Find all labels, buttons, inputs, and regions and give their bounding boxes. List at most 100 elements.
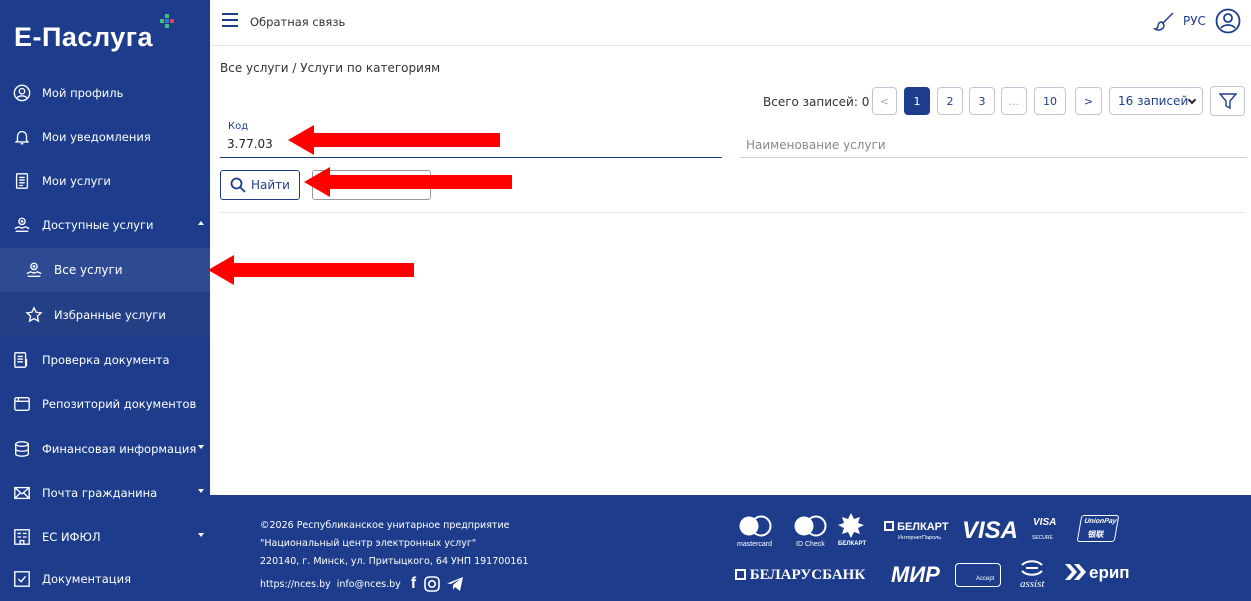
find-button-label: Найти: [251, 178, 290, 192]
folder-icon: [12, 394, 32, 414]
sidebar-item-label: Документация: [42, 572, 132, 586]
mir-logo: МИР: [891, 562, 940, 587]
divider: [220, 212, 1246, 213]
sidebar-item-mail[interactable]: Почта гражданина: [0, 471, 210, 515]
page-3-button[interactable]: 3: [969, 87, 995, 115]
service-name-input[interactable]: [746, 135, 1226, 155]
belkart-small-label: БЕЛКАРТ: [838, 541, 867, 547]
page-2-button[interactable]: 2: [937, 87, 963, 115]
sidebar-item-available-services[interactable]: Доступные услуги: [0, 203, 210, 247]
services-icon: [24, 260, 44, 280]
assist-logo-icon: [1021, 560, 1043, 576]
sidebar-item-repository[interactable]: Репозиторий документов: [0, 382, 210, 426]
annotation-arrow: [208, 255, 414, 285]
bell-icon: [12, 127, 32, 147]
search-icon: [230, 177, 246, 193]
mir-accept-label: Accept: [976, 576, 995, 582]
chevron-up-icon: [198, 221, 204, 225]
sidebar-item-label: Репозиторий документов: [42, 397, 197, 411]
sidebar-item-documentation[interactable]: Документация: [0, 557, 210, 601]
sidebar-item-notifications[interactable]: Мои уведомления: [0, 115, 210, 159]
breadcrumb[interactable]: Все услуги / Услуги по категориям: [220, 61, 440, 75]
visa-logo: VISA: [962, 517, 1019, 544]
footer-org: "Национальный центр электронных услуг": [260, 538, 477, 549]
sidebar-item-finance[interactable]: Финансовая информация: [0, 427, 210, 471]
mastercard-label: mastercard: [737, 541, 773, 548]
sidebar-item-label: ЕС ИФЮЛ: [42, 530, 101, 544]
unionpay-label: UnionPay: [1083, 518, 1118, 525]
logo-mark-icon: [160, 14, 174, 28]
chevron-down-icon: [198, 445, 204, 449]
annotation-arrow: [304, 167, 512, 197]
top-bar: Обратная связь РУС: [210, 0, 1251, 46]
sidebar-item-esifol[interactable]: ЕС ИФЮЛ: [0, 515, 210, 559]
footer-address: 220140, г. Минск, ул. Притыцкого, 64 УНП…: [260, 556, 529, 567]
filter-button[interactable]: [1210, 86, 1245, 116]
belarusbank-label: БЕЛАРУСБАНК: [749, 567, 866, 583]
code-label: Код: [228, 121, 249, 132]
belkart-star-logo: [838, 513, 864, 538]
services-icon: [12, 215, 32, 235]
telegram-icon[interactable]: [446, 576, 464, 592]
user-circle-icon: [12, 83, 32, 103]
sidebar-item-favorites[interactable]: Избранные услуги: [0, 293, 210, 337]
page-ellipsis: ...: [1001, 87, 1027, 115]
document-check-icon: [12, 350, 32, 370]
footer-email-link[interactable]: info@nces.by: [337, 579, 401, 590]
database-icon: [12, 439, 32, 459]
per-page-value: 16 записей: [1118, 94, 1189, 108]
total-records-label: Всего записей:: [763, 95, 858, 109]
footer: ©2026 Республиканское унитарное предприя…: [210, 495, 1251, 601]
user-icon[interactable]: [1215, 8, 1241, 34]
chevron-down-icon: [1187, 95, 1197, 105]
star-icon: [24, 305, 44, 325]
sidebar-item-label: Мои услуги: [42, 174, 111, 188]
instagram-icon[interactable]: [424, 576, 440, 592]
footer-site-link[interactable]: https://nces.by: [260, 579, 331, 590]
language-switcher[interactable]: РУС: [1183, 14, 1206, 28]
checkbox-icon: [12, 569, 32, 589]
page-10-button[interactable]: 10: [1034, 87, 1066, 115]
erip-label: ерип: [1089, 563, 1130, 582]
sidebar-item-profile[interactable]: Мой профиль: [0, 71, 210, 115]
sidebar-item-label: Избранные услуги: [54, 308, 166, 322]
belkart-logo: БЕЛКАРТ: [884, 521, 949, 533]
belkart-sub-label: ИнтернетПароль: [898, 535, 942, 541]
chevron-down-icon: [198, 533, 204, 537]
secure-label: SECURE: [1032, 535, 1053, 541]
per-page-select[interactable]: 16 записей: [1109, 87, 1203, 115]
sidebar-item-label: Мои уведомления: [42, 130, 151, 144]
sidebar-item-document-check[interactable]: Проверка документа: [0, 338, 210, 382]
hamburger-menu-button[interactable]: [222, 13, 238, 27]
envelope-icon: [12, 483, 32, 503]
unionpay-cn-label: 银联: [1087, 530, 1105, 539]
facebook-icon[interactable]: f: [411, 575, 416, 593]
sidebar-item-my-services[interactable]: Мои услуги: [0, 159, 210, 203]
visa-secure-logo: VISA: [1033, 517, 1057, 528]
footer-copyright: ©2026 Республиканское унитарное предприя…: [260, 520, 510, 531]
erip-logo-icon: [1065, 564, 1086, 580]
total-records-value: 0: [861, 95, 870, 109]
prev-page-button[interactable]: <: [872, 87, 897, 115]
belarusbank-logo: БЕЛАРУСБАНК: [735, 567, 865, 584]
mir-accept-logo: Accept: [955, 563, 1001, 587]
page-1-button[interactable]: 1: [904, 87, 930, 115]
sidebar-item-all-services[interactable]: Все услуги: [0, 248, 210, 292]
service-name-field[interactable]: [740, 125, 1247, 158]
brand-logo[interactable]: Е-Паслуга: [14, 22, 153, 53]
find-button[interactable]: Найти: [220, 170, 300, 200]
building-icon: [12, 527, 32, 547]
document-list-icon: [12, 171, 32, 191]
id-check-label: ID Check: [796, 541, 825, 548]
chevron-down-icon: [198, 489, 204, 493]
annotation-arrow: [288, 125, 500, 155]
sidebar-item-label: Мой профиль: [42, 86, 124, 100]
next-page-button[interactable]: >: [1075, 87, 1102, 115]
feedback-link[interactable]: Обратная связь: [250, 15, 345, 29]
total-records: Всего записей: 0: [763, 95, 869, 109]
sidebar-item-label: Доступные услуги: [42, 218, 154, 232]
sidebar: Е-Паслуга Мой профиль Мои уведомления Мо…: [0, 0, 210, 601]
unionpay-logo: UnionPay 银联: [1076, 515, 1120, 542]
brush-icon[interactable]: [1153, 11, 1175, 33]
sidebar-item-label: Почта гражданина: [42, 486, 158, 500]
